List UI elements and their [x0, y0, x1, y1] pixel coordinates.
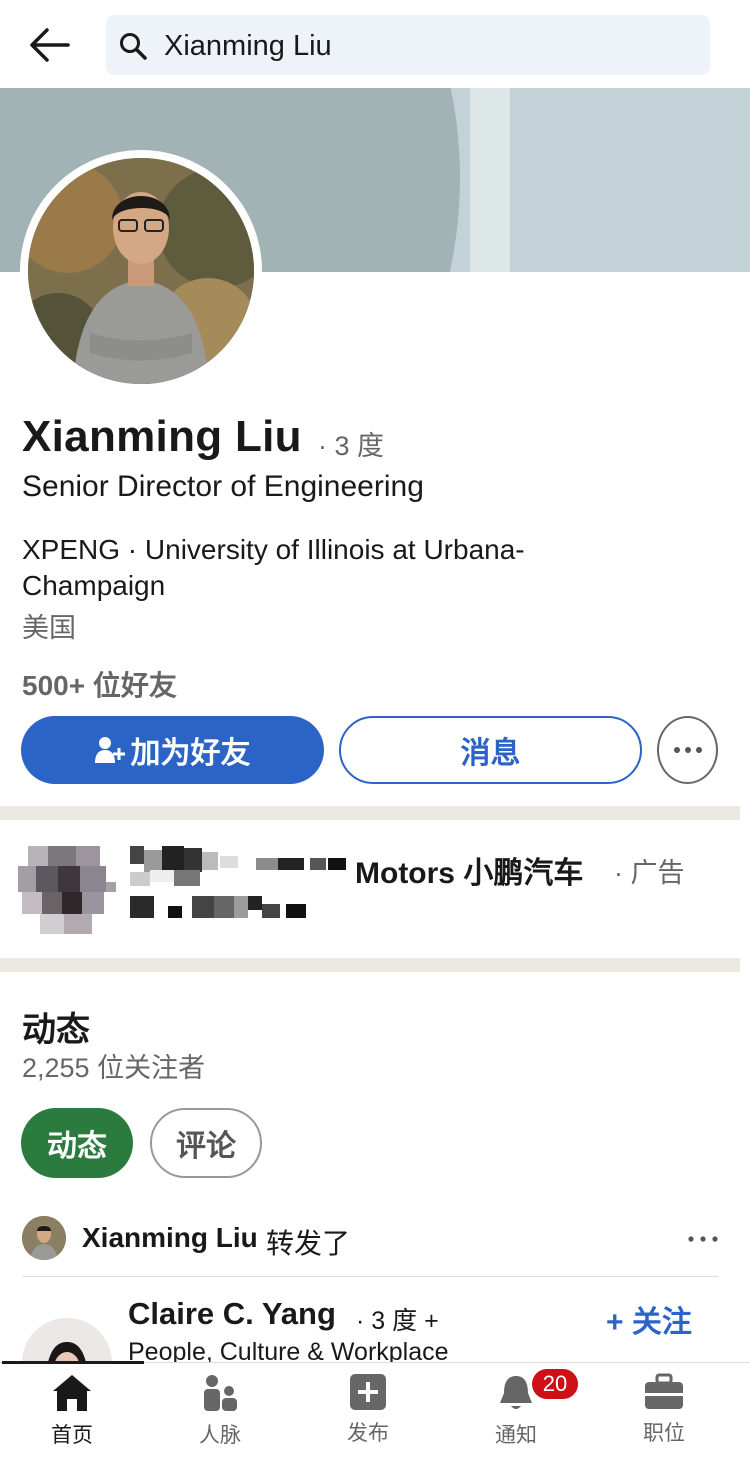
nav-active-indicator — [2, 1361, 144, 1364]
reposter-name[interactable]: Xianming Liu — [82, 1222, 258, 1254]
add-person-icon — [94, 737, 125, 763]
ad-advertiser-name[interactable]: Motors 小鹏汽车 — [355, 848, 583, 892]
top-bar: Xianming Liu — [0, 0, 750, 88]
message-label: 消息 — [460, 737, 521, 770]
search-query: Xianming Liu — [164, 30, 332, 62]
tab-comments[interactable]: 评论 — [150, 1108, 262, 1178]
follow-button[interactable]: + 关注 — [606, 1297, 692, 1341]
followers-count: 2,255 位关注者 — [22, 1053, 206, 1083]
message-button[interactable]: 消息 — [339, 716, 642, 784]
more-button[interactable] — [657, 716, 718, 784]
profile-headline: Senior Director of Engineering — [22, 470, 424, 503]
section-divider — [0, 958, 740, 972]
search-bar[interactable]: Xianming Liu — [106, 15, 710, 75]
nav-home-label: 首页 — [51, 1424, 93, 1447]
nav-notifications-label: 通知 — [495, 1424, 537, 1447]
section-divider — [0, 806, 740, 820]
nav-network-label: 人脉 — [199, 1424, 241, 1447]
profile-location: 美国 — [22, 613, 76, 643]
post-author-name[interactable]: Claire C. Yang — [128, 1296, 336, 1332]
repost-verb: 转发了 — [266, 1228, 351, 1259]
connections-count[interactable]: 500+ 位好友 — [22, 664, 177, 704]
connection-degree: · 3 度 — [318, 431, 385, 461]
nav-home[interactable]: 首页 — [22, 1373, 122, 1449]
ad-label: · 广告 — [614, 858, 685, 888]
notification-count-badge: 20 — [530, 1367, 580, 1401]
nav-network[interactable]: 人脉 — [170, 1373, 270, 1449]
advertiser-avatar — [18, 846, 116, 934]
post-options-icon[interactable] — [686, 1224, 720, 1254]
profile-name: Xianming Liu — [22, 412, 302, 461]
activity-title: 动态 — [22, 1011, 90, 1049]
divider — [22, 1276, 718, 1277]
home-icon — [53, 1375, 91, 1411]
nav-post-label: 发布 — [347, 1422, 389, 1445]
reposter-avatar[interactable] — [22, 1216, 66, 1260]
profile-organizations[interactable]: XPENG · University of Illinois at Urbana… — [22, 532, 622, 604]
briefcase-icon — [645, 1373, 683, 1409]
search-icon — [120, 33, 147, 60]
tab-activity[interactable]: 动态 — [21, 1108, 133, 1178]
network-icon — [204, 1375, 237, 1411]
ellipsis-icon — [673, 747, 702, 753]
post-icon — [350, 1374, 386, 1410]
add-friend-button[interactable]: 加为好友 — [21, 716, 324, 784]
nav-post[interactable]: 发布 — [318, 1373, 418, 1447]
advertiser-name-pixelated — [130, 846, 346, 918]
nav-jobs[interactable]: 职位 — [614, 1373, 714, 1447]
nav-jobs-label: 职位 — [643, 1422, 685, 1445]
back-arrow-icon[interactable] — [28, 26, 72, 64]
bottom-nav: 首页 人脉 发布 通知 20 职位 — [0, 1361, 750, 1466]
post-author-degree: · 3 度 + — [356, 1307, 439, 1335]
add-friend-label: 加为好友 — [130, 737, 251, 770]
profile-avatar[interactable] — [20, 150, 262, 392]
